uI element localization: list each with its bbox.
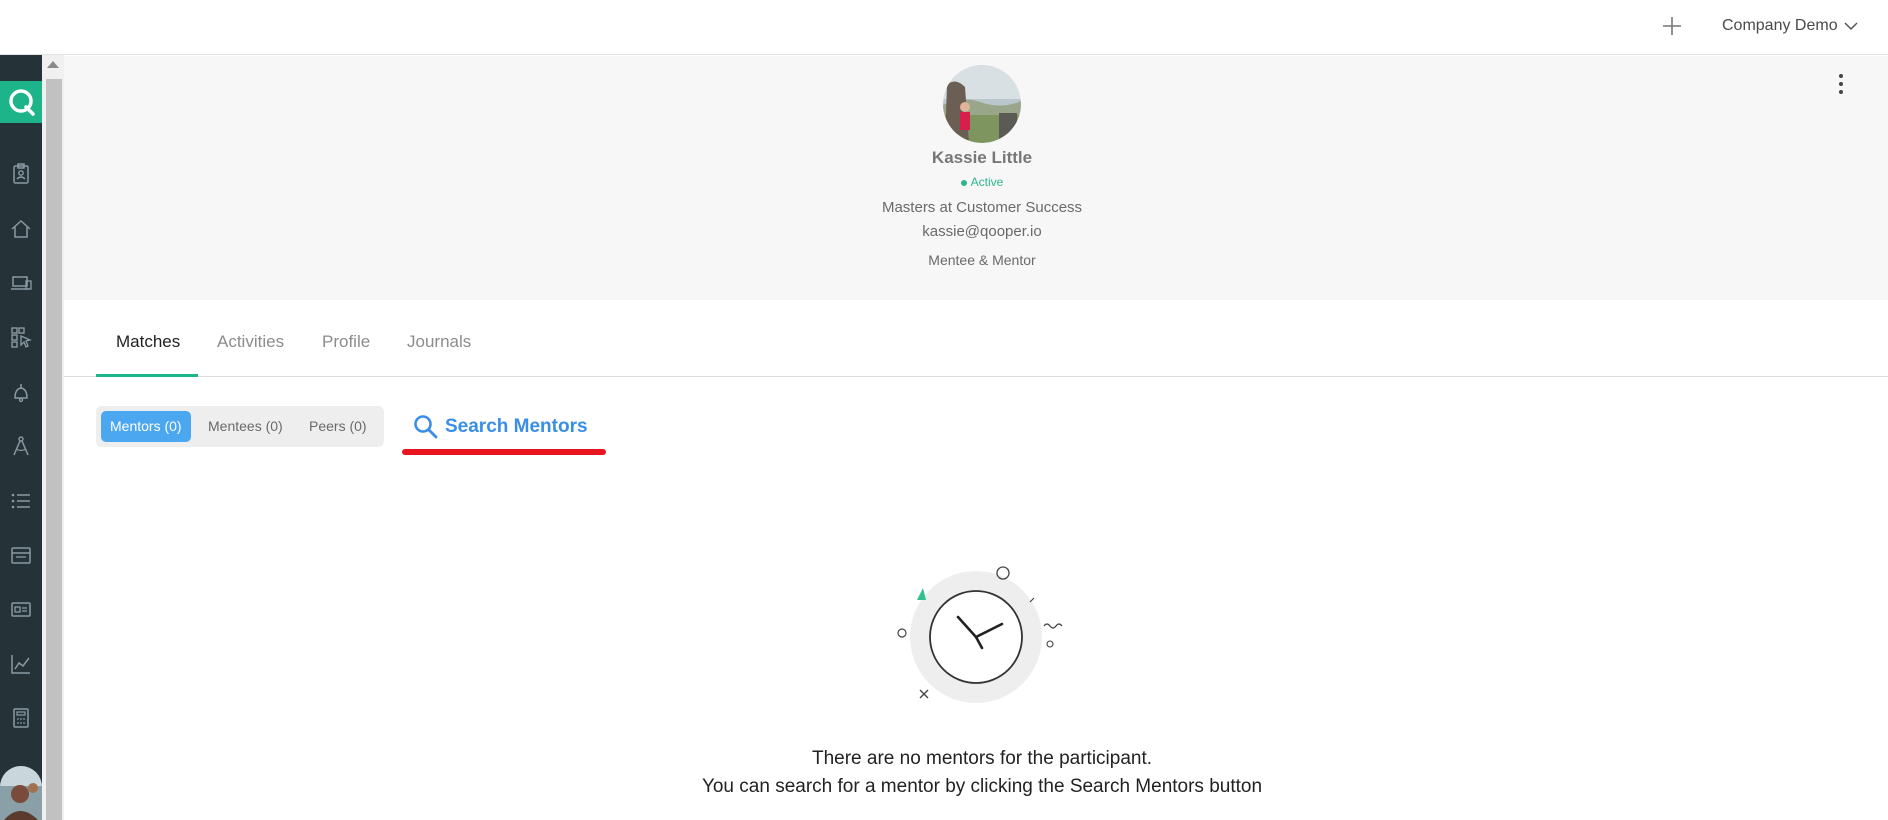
- filter-mentors[interactable]: Mentors (0): [101, 411, 191, 442]
- grid-cursor-icon[interactable]: [9, 325, 33, 349]
- scroll-up-arrow-icon[interactable]: [47, 61, 59, 68]
- empty-state-hint: You can search for a mentor by clicking …: [701, 776, 1263, 797]
- app-logo[interactable]: [0, 81, 42, 123]
- profile-title: Masters at Customer Success: [881, 199, 1083, 216]
- top-bar: Company Demo: [0, 0, 1888, 55]
- tab-profile[interactable]: Profile: [322, 332, 370, 352]
- active-tab-indicator: [96, 374, 198, 377]
- tab-journals[interactable]: Journals: [407, 332, 471, 352]
- calendar-icon[interactable]: [9, 543, 33, 567]
- search-mentors-button[interactable]: Search Mentors: [413, 412, 588, 442]
- plus-icon[interactable]: [1660, 14, 1684, 38]
- profile-avatar: [943, 65, 1021, 143]
- list-icon[interactable]: [9, 489, 33, 513]
- home-icon[interactable]: [9, 217, 33, 241]
- profile-email: kassie@qooper.io: [922, 223, 1042, 240]
- annotation-underline: [402, 449, 606, 455]
- clock-illustration: [897, 566, 1063, 703]
- tab-matches[interactable]: Matches: [116, 332, 180, 352]
- company-selector[interactable]: Company Demo: [1722, 17, 1858, 35]
- profile-role: Mentee & Mentor: [928, 252, 1036, 268]
- logo-q-icon: [9, 89, 35, 116]
- more-vertical-icon[interactable]: [1831, 70, 1851, 98]
- laptop-icon[interactable]: [9, 271, 33, 295]
- match-type-filter: Mentors (0) Mentees (0) Peers (0): [96, 406, 384, 447]
- sidebar: [0, 55, 42, 820]
- chart-icon[interactable]: [9, 652, 33, 676]
- status-label: Active: [970, 175, 1004, 189]
- filter-mentees[interactable]: Mentees (0): [199, 411, 292, 442]
- user-avatar[interactable]: [0, 766, 42, 820]
- status-badge: Active: [64, 175, 1888, 189]
- status-dot-icon: [960, 179, 967, 186]
- card-icon[interactable]: [9, 597, 33, 621]
- tab-bar: Matches Activities Profile Journals: [64, 300, 1888, 377]
- badge-icon[interactable]: [9, 162, 33, 186]
- company-label: Company Demo: [1722, 17, 1838, 34]
- search-icon: [414, 415, 438, 439]
- filter-peers[interactable]: Peers (0): [300, 411, 376, 442]
- tab-activities[interactable]: Activities: [217, 332, 284, 352]
- bell-icon[interactable]: [9, 380, 33, 404]
- chevron-down-icon: [1844, 22, 1858, 31]
- scroll-thumb[interactable]: [46, 79, 62, 820]
- calculator-icon[interactable]: [9, 706, 33, 730]
- scrollbar[interactable]: [42, 55, 64, 820]
- profile-name: Kassie Little: [931, 148, 1033, 167]
- search-mentors-label: Search Mentors: [445, 416, 588, 437]
- compass-icon[interactable]: [9, 434, 33, 458]
- profile-header: Kassie Little Active Masters at Customer…: [64, 56, 1888, 300]
- empty-state-message: There are no mentors for the participant…: [811, 748, 1153, 769]
